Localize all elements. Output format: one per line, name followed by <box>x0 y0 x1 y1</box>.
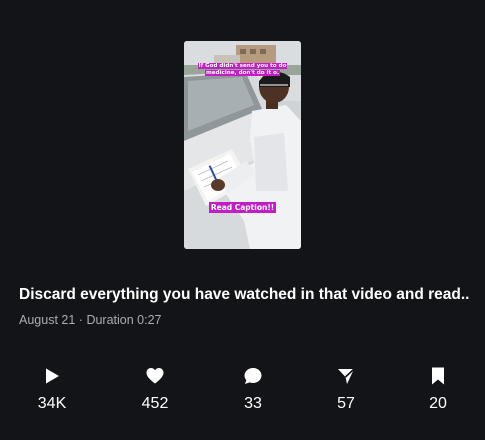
comments-count: 33 <box>244 395 262 412</box>
shares-count: 57 <box>337 395 355 412</box>
stat-shares[interactable]: 57 <box>311 366 381 413</box>
stat-plays[interactable]: 34K <box>17 366 87 413</box>
bookmark-icon <box>432 367 444 385</box>
comment-icon <box>244 368 262 384</box>
video-title[interactable]: Discard everything you have watched in t… <box>19 286 469 304</box>
stat-comments[interactable]: 33 <box>218 366 288 413</box>
video-meta: August 21 · Duration 0:27 <box>19 313 162 327</box>
video-date: August 21 <box>19 313 76 327</box>
caption-overlay-top: If God didn't send you to do medicine, d… <box>197 63 288 76</box>
share-icon <box>338 368 355 384</box>
meta-separator: · <box>78 313 83 327</box>
saves-count: 20 <box>429 395 447 412</box>
stat-saves[interactable]: 20 <box>403 366 473 413</box>
play-icon <box>46 368 59 384</box>
stats-bar: 34K 452 33 57 20 <box>0 366 485 422</box>
plays-count: 34K <box>37 395 67 412</box>
video-thumbnail[interactable]: If God didn't send you to do medicine, d… <box>184 41 301 249</box>
stat-likes[interactable]: 452 <box>120 366 190 413</box>
video-duration: Duration 0:27 <box>86 313 162 327</box>
heart-icon <box>146 368 164 384</box>
caption-overlay-bottom: Read Caption!! <box>208 202 277 213</box>
likes-count: 452 <box>141 395 169 412</box>
